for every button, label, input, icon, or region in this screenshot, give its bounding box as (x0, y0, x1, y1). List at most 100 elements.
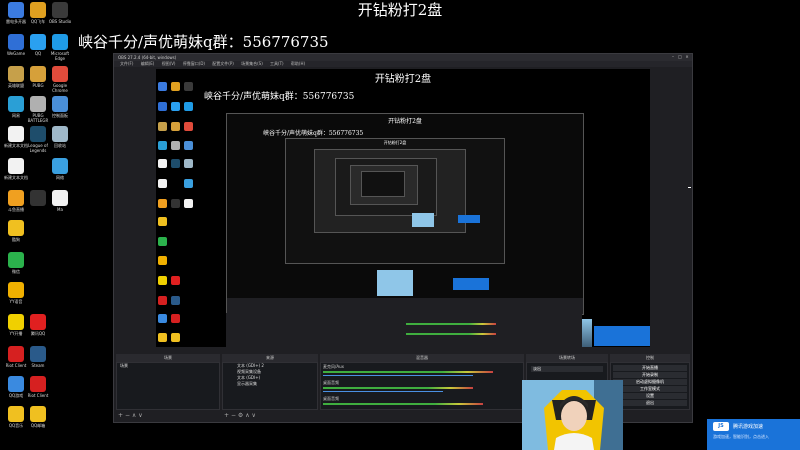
desktop-icon[interactable]: 新建文本文档 (2, 158, 30, 180)
text-file-icon (8, 126, 24, 142)
remove-icon[interactable]: − (231, 412, 236, 419)
nested-qq-1: 峡谷千分/声优萌妹q群：556776735 (263, 130, 364, 137)
menu-view[interactable]: 视图(V) (162, 61, 176, 66)
desktop-icon[interactable]: QQ邮箱 (24, 406, 52, 428)
desktop-icon[interactable]: Ma (46, 190, 74, 212)
obs-icon (52, 2, 68, 18)
nested-capture-3 (314, 149, 466, 233)
stream-overlay-title: 开钻粉打2盘 (357, 1, 443, 19)
riot-icon (158, 295, 167, 305)
nested-notification-2 (453, 278, 489, 290)
obs-menubar: 文件(F) 编辑(E) 视图(V) 停靠窗口(D) 配置文件(P) 场景集合(S… (114, 61, 692, 67)
desktop-icon-label: 微信 (12, 269, 20, 274)
minimize-icon[interactable]: – (670, 55, 676, 59)
desktop-icon-label: Google Chrome (52, 83, 68, 93)
desktop-icon[interactable]: 微信 (2, 252, 30, 274)
app-icon (158, 314, 167, 324)
menu-docks[interactable]: 停靠窗口(D) (183, 61, 205, 66)
car-icon (30, 2, 46, 18)
text-file-icon (158, 159, 167, 169)
move-up-icon[interactable]: ∧ (245, 412, 249, 419)
menu-file[interactable]: 文件(F) (120, 61, 133, 66)
scene-item[interactable]: 场景 (117, 363, 219, 369)
scenes-dock: 场景 (116, 362, 220, 410)
desktop-icon-label: 腾讯QQ (30, 331, 46, 336)
source-item[interactable]: 显示器采集 (223, 381, 317, 387)
notification-popup[interactable]: JS 腾讯游戏加速 游戏加速，智能识别，点击进入 (707, 419, 800, 450)
desktop-icon[interactable]: 控制面板 (46, 96, 74, 118)
desktop-icon[interactable]: YY语音 (2, 282, 30, 304)
wechat-icon (8, 252, 24, 268)
desktop-icon[interactable]: Microsoft Edge (46, 34, 74, 61)
menu-profile[interactable]: 配置文件(P) (212, 61, 234, 66)
desktop-icon-label: Microsoft Edge (50, 51, 70, 61)
menu-tools[interactable]: 工具(T) (270, 61, 284, 66)
audio-meter (323, 403, 483, 405)
obs-titlebar: OBS 27.2.4 (64-bit, windows) – □ × (114, 54, 692, 61)
car-icon (171, 82, 181, 92)
text-file-icon (8, 158, 24, 174)
virtual-camera-button[interactable]: 启动虚拟摄像机 (613, 379, 687, 385)
edge-icon (184, 102, 194, 112)
notification-title: 腾讯游戏加速 (733, 424, 764, 430)
obs-preview[interactable]: 开钻粉打2盘 峡谷千分/声优萌妹q群：556776735 开钻粉打2盘 峡谷千分… (156, 69, 650, 347)
desktop-icon[interactable]: 酷狗 (2, 220, 30, 242)
nested-title-2: 开钻粉打2盘 (383, 140, 407, 145)
desktop-icon[interactable]: 网络 (46, 158, 74, 180)
exit-button[interactable]: 退出 (613, 400, 687, 406)
app-icon (171, 198, 181, 208)
close-icon[interactable]: × (684, 55, 690, 59)
studio-mode-button[interactable]: 工作室模式 (613, 386, 687, 392)
mouse-cursor-icon (688, 187, 691, 188)
desktop-icon[interactable]: Google Chrome (46, 66, 74, 93)
desktop-icon[interactable]: 腾讯QQ (24, 314, 52, 336)
menu-help[interactable]: 帮助(H) (291, 61, 305, 66)
gear-icon[interactable]: ⚙ (238, 412, 243, 419)
chrome-icon (52, 66, 68, 82)
yy-icon (8, 314, 24, 330)
menu-edit[interactable]: 编辑(E) (141, 61, 155, 66)
preview-qq-group: 峡谷千分/声优萌妹q群：556776735 (204, 92, 355, 102)
move-down-icon[interactable]: ∨ (138, 412, 142, 419)
douyu-icon (8, 190, 24, 206)
add-icon[interactable]: + (224, 412, 229, 419)
transition-select[interactable]: 淡出 (531, 366, 603, 372)
app-icon (8, 96, 24, 112)
obs-icon (184, 82, 194, 92)
qq-icon (171, 275, 181, 285)
scene-toolbar: + − ∧ ∨ (118, 412, 143, 419)
mixer-dock-title: 混音器 (320, 354, 524, 362)
desktop-icon[interactable]: OBS Studio (46, 2, 74, 24)
desktop-icon[interactable]: Riot Client (24, 376, 52, 398)
volume-slider[interactable] (323, 391, 443, 392)
volume-slider[interactable] (323, 375, 473, 376)
nested-capture-2: 开钻粉打2盘 (285, 138, 505, 264)
move-down-icon[interactable]: ∨ (252, 412, 256, 419)
accelerator-logo-icon: JS (713, 422, 729, 431)
nested-webcam-3 (412, 213, 434, 227)
preview-title: 开钻粉打2盘 (374, 74, 432, 85)
menu-scene-collection[interactable]: 场景集合(S) (241, 61, 263, 66)
desktop-icon-label: Riot Client (27, 393, 49, 398)
app-icon (158, 332, 167, 342)
desktop-icon[interactable]: 回收站 (46, 126, 74, 148)
nested-title-1: 开钻粉打2盘 (388, 118, 422, 125)
start-recording-button[interactable]: 开始录制 (613, 372, 687, 378)
maximize-icon[interactable]: □ (677, 55, 683, 59)
app-icon (8, 376, 24, 392)
lol-icon (30, 126, 46, 142)
settings-button[interactable]: 设置 (613, 393, 687, 399)
desktop-icon[interactable]: Steam (24, 346, 52, 368)
nested-capture-1: 开钻粉打2盘 峡谷千分/声优萌妹q群：556776735 开钻粉打2盘 (226, 113, 584, 315)
move-up-icon[interactable]: ∧ (132, 412, 136, 419)
riot-icon (171, 314, 181, 324)
nested-docks (227, 298, 583, 314)
add-icon[interactable]: + (118, 412, 123, 419)
controls-dock-title: 控制 (610, 354, 690, 362)
pubg-icon (30, 96, 46, 112)
text-file-icon (52, 190, 68, 206)
remove-icon[interactable]: − (125, 412, 130, 419)
lol-icon (8, 66, 24, 82)
start-streaming-button[interactable]: 开始直播 (613, 365, 687, 371)
edge-icon (52, 34, 68, 50)
